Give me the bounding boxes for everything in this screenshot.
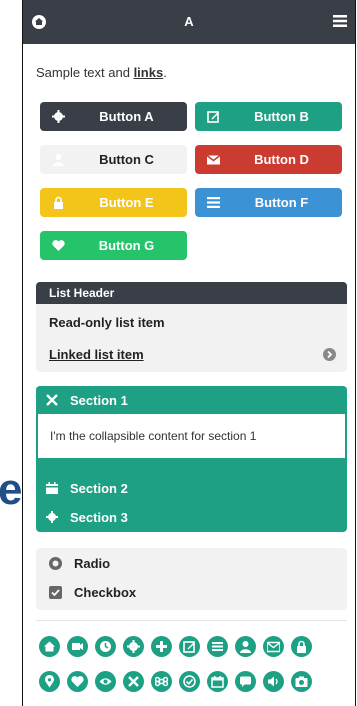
menu-icon[interactable] xyxy=(333,15,347,27)
video-icon xyxy=(72,643,83,650)
button-e[interactable]: Button E xyxy=(40,188,187,217)
comment-icon xyxy=(240,676,251,687)
icon-clock[interactable] xyxy=(95,636,116,657)
button-f-label: Button F xyxy=(254,195,309,210)
button-c-label: Button C xyxy=(99,152,154,167)
gear-icon xyxy=(127,640,140,653)
button-b-label: Button B xyxy=(254,109,309,124)
chevron-right-icon[interactable] xyxy=(323,348,336,361)
section-2-header[interactable]: Section 2 xyxy=(36,474,347,502)
header-bar: A xyxy=(23,0,355,44)
edit-icon xyxy=(183,641,195,653)
page-background-left xyxy=(0,0,22,706)
button-a[interactable]: Button A xyxy=(40,102,187,131)
icon-plus[interactable] xyxy=(151,636,172,657)
user-icon xyxy=(53,154,64,166)
intro-text: Sample text and links. xyxy=(36,65,167,80)
icon-command[interactable] xyxy=(151,671,172,692)
gear-icon xyxy=(52,110,65,123)
form-controls: Radio Checkbox xyxy=(36,548,347,610)
icon-lock[interactable] xyxy=(291,636,312,657)
section-1-content: I'm the collapsible content for section … xyxy=(38,414,345,458)
header-title: A xyxy=(184,14,194,29)
icon-comment[interactable] xyxy=(235,671,256,692)
icon-calendar[interactable] xyxy=(207,671,228,692)
phone-frame: A Sample text and links. Button A Button… xyxy=(22,0,356,706)
button-c[interactable]: Button C xyxy=(40,145,187,174)
icon-eye[interactable] xyxy=(95,671,116,692)
icon-audio[interactable] xyxy=(263,671,284,692)
icon-heart[interactable] xyxy=(67,671,88,692)
icon-user[interactable] xyxy=(235,636,256,657)
heart-icon xyxy=(52,240,65,251)
button-d[interactable]: Button D xyxy=(195,145,342,174)
icon-check[interactable] xyxy=(179,671,200,692)
eye-icon xyxy=(99,678,112,685)
icon-mail[interactable] xyxy=(263,636,284,657)
user-icon xyxy=(240,641,251,653)
collapsible-set: Section 1 I'm the collapsible content fo… xyxy=(36,386,347,532)
radio-label: Radio xyxy=(74,556,111,571)
section-1-header[interactable]: Section 1 xyxy=(36,386,347,414)
clock-icon xyxy=(100,641,111,652)
calendar-icon xyxy=(211,676,224,688)
gear-icon xyxy=(46,511,58,523)
home-icon xyxy=(44,641,55,652)
button-a-label: Button A xyxy=(99,109,154,124)
icon-video[interactable] xyxy=(67,636,88,657)
list-icon xyxy=(212,642,223,651)
button-b[interactable]: Button B xyxy=(195,102,342,131)
divider xyxy=(36,620,347,621)
heart-icon xyxy=(71,676,84,687)
list-header: List Header xyxy=(36,282,347,304)
lock-icon xyxy=(297,640,306,653)
section-3-header[interactable]: Section 3 xyxy=(36,503,347,531)
button-d-label: Button D xyxy=(254,152,309,167)
close-icon xyxy=(46,394,58,406)
calendar-icon xyxy=(46,482,58,494)
button-e-label: Button E xyxy=(99,195,154,210)
mail-icon xyxy=(267,641,280,653)
button-f[interactable]: Button F xyxy=(195,188,342,217)
edit-icon xyxy=(207,111,219,123)
checkbox-icon[interactable] xyxy=(49,586,62,599)
listview: List Header Read-only list item Linked l… xyxy=(36,282,347,372)
intro-link[interactable]: links xyxy=(134,65,164,80)
icon-list[interactable] xyxy=(207,636,228,657)
background-text-fragment: e xyxy=(0,465,23,514)
section-2-label: Section 2 xyxy=(70,481,128,496)
radio-icon[interactable] xyxy=(49,557,62,570)
button-g[interactable]: Button G xyxy=(40,231,187,260)
icon-camera[interactable] xyxy=(291,671,312,692)
plus-icon xyxy=(156,641,167,652)
lock-icon xyxy=(54,196,63,209)
mail-icon xyxy=(207,154,220,165)
list-icon xyxy=(207,197,220,208)
camera-icon xyxy=(295,676,308,687)
icon-close[interactable] xyxy=(123,671,144,692)
icon-home[interactable] xyxy=(39,636,60,657)
button-g-label: Button G xyxy=(98,238,155,253)
list-item-linked[interactable]: Linked list item xyxy=(49,347,144,362)
command-icon xyxy=(155,676,168,687)
check-icon xyxy=(183,675,196,688)
icon-gear[interactable] xyxy=(123,636,144,657)
icon-edit[interactable] xyxy=(179,636,200,657)
list-item-readonly: Read-only list item xyxy=(49,315,165,330)
section-1-label: Section 1 xyxy=(70,393,128,408)
icon-location[interactable] xyxy=(39,671,60,692)
location-icon xyxy=(45,675,54,688)
close-icon xyxy=(128,676,139,687)
checkbox-label: Checkbox xyxy=(74,585,137,600)
section-3-label: Section 3 xyxy=(70,510,128,525)
audio-icon xyxy=(268,676,278,687)
